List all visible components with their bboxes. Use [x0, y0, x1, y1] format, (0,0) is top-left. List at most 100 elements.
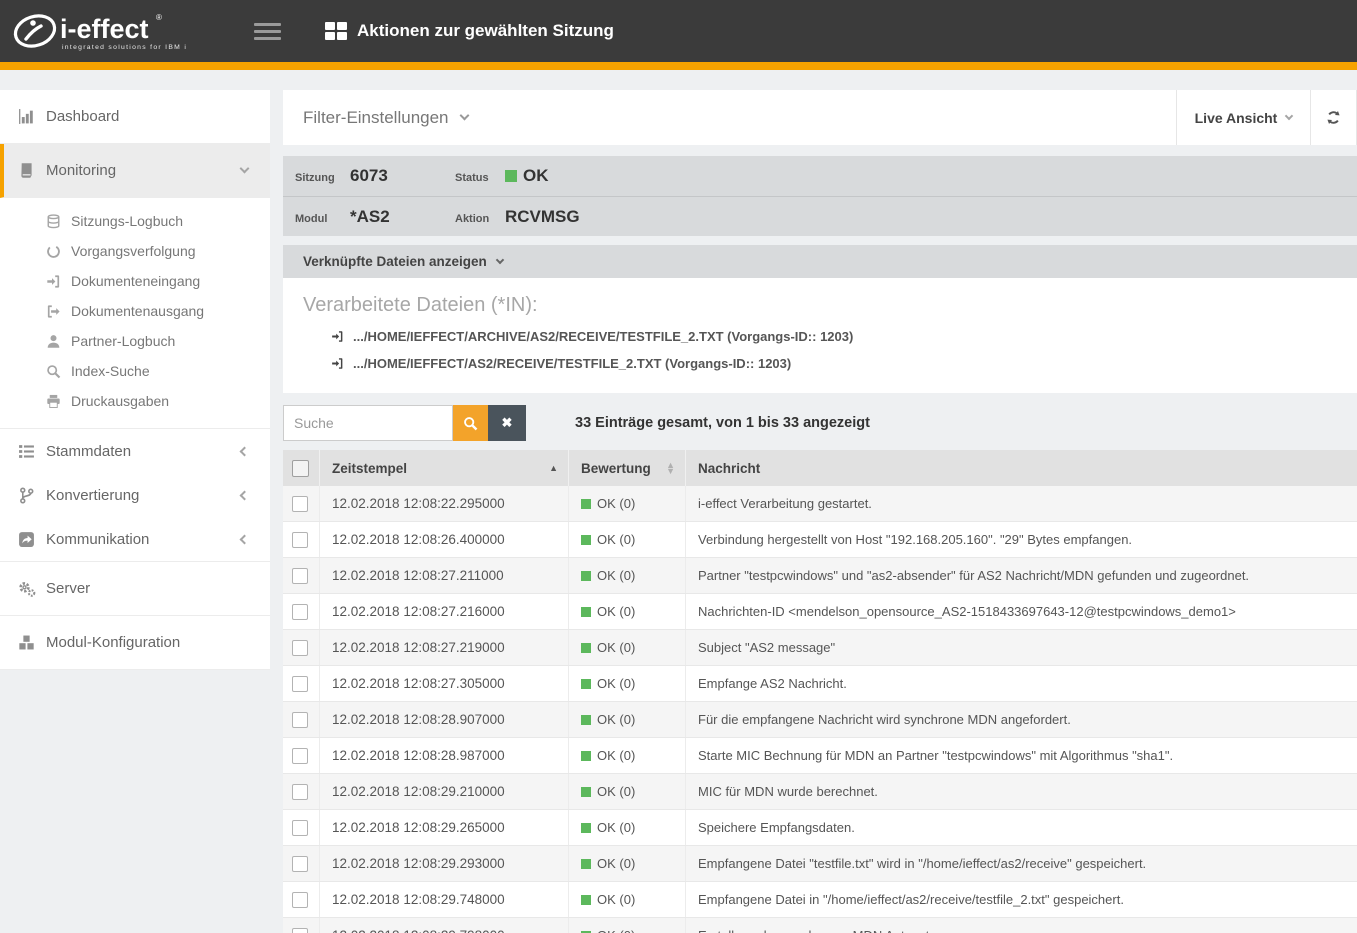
file-link[interactable]: .../HOME/IEFFECT/AS2/RECEIVE/TESTFILE_2.… [331, 356, 1337, 371]
svg-text:®: ® [156, 13, 162, 22]
sidebar-item-monitoring[interactable]: Monitoring [0, 144, 270, 198]
table-row[interactable]: 12.02.2018 12:08:27.216000 OK (0) Nachri… [283, 594, 1357, 630]
index-search-icon [46, 364, 71, 379]
row-message: Empfangene Datei in "/home/ieffect/as2/r… [685, 882, 1357, 917]
processed-files-title: Verarbeitete Dateien (*IN): [303, 294, 1337, 317]
linked-files-toggle[interactable]: Verknüpfte Dateien anzeigen [283, 245, 1357, 278]
status-ok-icon [581, 787, 591, 797]
sidebar-subitem-sitzungs-logbuch[interactable]: Sitzungs-Logbuch [0, 206, 270, 236]
sidebar-item-konvertierung[interactable]: Konvertierung [0, 473, 270, 517]
row-checkbox[interactable] [292, 928, 308, 933]
row-checkbox[interactable] [292, 712, 308, 728]
ieffect-logo[interactable]: i-effect ® integrated solutions for IBM … [10, 7, 222, 55]
table-row[interactable]: 12.02.2018 12:08:28.987000 OK (0) Starte… [283, 738, 1357, 774]
svg-text:integrated solutions for IBM i: integrated solutions for IBM i [62, 44, 187, 51]
linked-files-panel: Verarbeitete Dateien (*IN): .../HOME/IEF… [283, 278, 1357, 393]
session-label: Sitzung [295, 168, 350, 184]
session-id-value: 6073 [350, 166, 455, 186]
row-timestamp: 12.02.2018 12:08:29.748000 [319, 882, 568, 917]
table-row[interactable]: 12.02.2018 12:08:29.265000 OK (0) Speich… [283, 810, 1357, 846]
search-button[interactable] [453, 405, 488, 441]
row-rating: OK (0) [568, 630, 685, 665]
row-rating: OK (0) [568, 774, 685, 809]
file-link[interactable]: .../HOME/IEFFECT/ARCHIVE/AS2/RECEIVE/TES… [331, 329, 1337, 344]
sort-asc-icon[interactable]: ▲ [549, 465, 558, 471]
status-ok-icon [581, 895, 591, 905]
row-timestamp: 12.02.2018 12:08:29.210000 [319, 774, 568, 809]
row-timestamp: 12.02.2018 12:08:22.295000 [319, 486, 568, 521]
column-header-bewertung[interactable]: Bewertung ▲▼ [568, 450, 685, 486]
sidebar-subitem-index-suche[interactable]: Index-Suche [0, 356, 270, 386]
app-header: i-effect ® integrated solutions for IBM … [0, 0, 1357, 62]
table-row[interactable]: 12.02.2018 12:08:26.400000 OK (0) Verbin… [283, 522, 1357, 558]
row-rating: OK (0) [568, 486, 685, 521]
filter-settings-toggle[interactable]: Filter-Einstellungen [283, 90, 1176, 145]
row-timestamp: 12.02.2018 12:08:27.305000 [319, 666, 568, 701]
row-checkbox[interactable] [292, 640, 308, 656]
search-input[interactable] [283, 405, 453, 441]
row-checkbox[interactable] [292, 496, 308, 512]
clear-search-button[interactable]: ✖ [488, 405, 526, 441]
column-header-zeitstempel[interactable]: Zeitstempel ▲ [319, 450, 568, 486]
conversion-icon [18, 487, 46, 504]
sidebar-item-modul-konfiguration[interactable]: Modul-Konfiguration [0, 616, 270, 670]
column-header-nachricht[interactable]: Nachricht [685, 450, 1357, 486]
row-message: MIC für MDN wurde berechnet. [685, 774, 1357, 809]
live-view-dropdown[interactable]: Live Ansicht [1176, 90, 1310, 145]
session-row-1: Sitzung 6073 Status OK [283, 156, 1357, 196]
search-row: ✖ 33 Einträge gesamt, von 1 bis 33 angez… [283, 405, 1357, 441]
row-checkbox[interactable] [292, 748, 308, 764]
table-row[interactable]: 12.02.2018 12:08:29.748000 OK (0) Empfan… [283, 882, 1357, 918]
chevron-down-icon [496, 255, 504, 263]
row-rating: OK (0) [568, 810, 685, 845]
master-data-icon [18, 443, 46, 460]
sidebar-subitem-vorgangsverfolgung[interactable]: Vorgangsverfolgung [0, 236, 270, 266]
sidebar-item-server[interactable]: Server [0, 562, 270, 616]
row-timestamp: 12.02.2018 12:08:27.211000 [319, 558, 568, 593]
table-row[interactable]: 12.02.2018 12:08:29.293000 OK (0) Empfan… [283, 846, 1357, 882]
table-row[interactable]: 12.02.2018 12:08:28.907000 OK (0) Für di… [283, 702, 1357, 738]
row-message: i-effect Verarbeitung gestartet. [685, 486, 1357, 521]
sort-icon[interactable]: ▲▼ [666, 462, 675, 474]
search-icon [463, 416, 478, 431]
row-timestamp: 12.02.2018 12:08:29.265000 [319, 810, 568, 845]
sidebar-subitem-partner-logbuch[interactable]: Partner-Logbuch [0, 326, 270, 356]
sidebar-item-stammdaten[interactable]: Stammdaten [0, 429, 270, 473]
hamburger-menu-icon[interactable] [254, 19, 281, 44]
status-label: Status [455, 168, 505, 184]
row-timestamp: 12.02.2018 12:08:27.216000 [319, 594, 568, 629]
chevron-down-icon [1285, 111, 1293, 119]
row-checkbox[interactable] [292, 820, 308, 836]
dashboard-icon [18, 108, 46, 125]
row-checkbox[interactable] [292, 568, 308, 584]
table-row[interactable]: 12.02.2018 12:08:27.211000 OK (0) Partne… [283, 558, 1357, 594]
select-all-checkbox[interactable] [292, 460, 309, 477]
sidebar-subitem-dokumentenausgang[interactable]: Dokumentenausgang [0, 296, 270, 326]
document-in-icon [331, 357, 344, 370]
sidebar-subitem-dokumenteneingang[interactable]: Dokumenteneingang [0, 266, 270, 296]
table-row[interactable]: 12.02.2018 12:08:29.798000 OK (0) Erstel… [283, 918, 1357, 933]
status-ok-icon [581, 571, 591, 581]
sidebar-item-kommunikation[interactable]: Kommunikation [0, 517, 270, 561]
process-tracking-icon [46, 244, 71, 259]
table-row[interactable]: 12.02.2018 12:08:27.305000 OK (0) Empfan… [283, 666, 1357, 702]
grid-icon [325, 22, 347, 40]
results-summary: 33 Einträge gesamt, von 1 bis 33 angezei… [575, 415, 870, 431]
session-row-2: Modul *AS2 Aktion RCVMSG [283, 196, 1357, 236]
table-row[interactable]: 12.02.2018 12:08:27.219000 OK (0) Subjec… [283, 630, 1357, 666]
row-message: Für die empfangene Nachricht wird synchr… [685, 702, 1357, 737]
table-row[interactable]: 12.02.2018 12:08:22.295000 OK (0) i-effe… [283, 486, 1357, 522]
row-checkbox[interactable] [292, 604, 308, 620]
refresh-button[interactable] [1310, 90, 1357, 145]
row-timestamp: 12.02.2018 12:08:29.293000 [319, 846, 568, 881]
row-checkbox[interactable] [292, 784, 308, 800]
row-checkbox[interactable] [292, 676, 308, 692]
sidebar-item-dashboard[interactable]: Dashboard [0, 90, 270, 144]
sidebar-subitem-druckausgaben[interactable]: Druckausgaben [0, 386, 270, 416]
row-checkbox[interactable] [292, 892, 308, 908]
status-ok-icon [581, 715, 591, 725]
status-ok-icon [581, 643, 591, 653]
row-checkbox[interactable] [292, 856, 308, 872]
table-row[interactable]: 12.02.2018 12:08:29.210000 OK (0) MIC fü… [283, 774, 1357, 810]
row-checkbox[interactable] [292, 532, 308, 548]
